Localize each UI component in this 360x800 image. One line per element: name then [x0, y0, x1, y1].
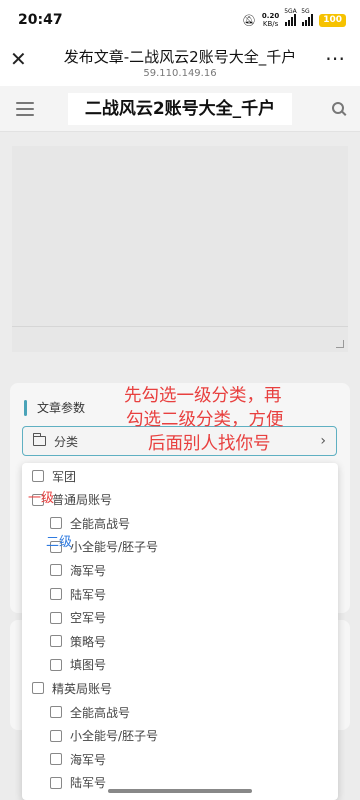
checkbox[interactable] [50, 517, 62, 530]
category-option-label: 填图号 [70, 658, 107, 673]
level2-annotation: 二级 [46, 535, 73, 550]
checkbox[interactable] [50, 753, 62, 766]
hamburger-icon[interactable] [16, 102, 34, 120]
mute-icon: 🔕︎ [241, 13, 256, 27]
category-option-label: 全能高战号 [70, 516, 131, 531]
checkbox[interactable] [50, 611, 62, 624]
search-icon[interactable] [332, 102, 344, 114]
category-option-label: 精英局账号 [52, 681, 113, 696]
category-option[interactable]: 海军号 [50, 749, 106, 769]
category-option-label: 策略号 [70, 634, 107, 649]
category-option-label: 海军号 [70, 752, 107, 767]
category-option-label: 小全能号/胚子号 [70, 540, 159, 555]
status-icons: 🔕︎ 0.20 KB/s 5GA 5G 100 [241, 8, 346, 28]
checkbox[interactable] [50, 729, 62, 742]
signal-5ga-icon: 5GA [284, 8, 297, 26]
net-speed: 0.20 KB/s [262, 12, 279, 28]
level1-annotation: 一级 [28, 491, 55, 506]
signal-5ga-tag: 5GA [284, 8, 297, 15]
category-option[interactable]: 小全能号/胚子号 [50, 726, 158, 746]
checkbox[interactable] [32, 682, 44, 695]
annotation-line: 后面别人找你号 [148, 434, 271, 454]
checkbox[interactable] [50, 658, 62, 671]
net-speed-unit: KB/s [262, 20, 279, 28]
category-option[interactable]: 海军号 [50, 560, 106, 580]
resize-handle-icon[interactable] [336, 340, 344, 348]
checkbox[interactable] [50, 706, 62, 718]
annotation-line: 勾选二级分类，方便 [126, 410, 284, 430]
checkbox[interactable] [50, 588, 62, 600]
annotation-line: 先勾选一级分类，再 [124, 386, 282, 406]
category-option-label: 空军号 [70, 611, 107, 626]
category-option-label: 全能高战号 [70, 705, 131, 720]
category-option-label: 陆军号 [70, 587, 107, 602]
category-option-label: 小全能号/胚子号 [70, 729, 159, 744]
category-option-label: 军团 [52, 469, 77, 484]
category-option-label: 陆军号 [70, 776, 107, 791]
more-icon[interactable]: ⋯ [325, 46, 346, 70]
category-dropdown: 军团 普通局账号 全能高战号 小全能号/胚子号 海军号 陆军号 空军号 策略号 填图号 精英局账号… [22, 463, 338, 800]
net-speed-value: 0.20 [261, 12, 280, 20]
site-title[interactable]: 二战风云2账号大全_千户 [68, 93, 292, 125]
category-option[interactable]: 陆军号 [50, 584, 106, 604]
battery-icon: 100 [319, 13, 346, 27]
editor-footer [12, 326, 348, 352]
category-option[interactable]: 空军号 [50, 608, 106, 628]
home-indicator[interactable] [108, 789, 252, 793]
page-title: 发布文章-二战风云2账号大全_千户 [63, 48, 297, 66]
section-accent-bar [24, 399, 27, 416]
category-option[interactable]: 策略号 [50, 631, 106, 651]
status-time: 20:47 [18, 12, 63, 28]
page-url: 59.110.149.16 [143, 68, 217, 79]
site-header: 二战风云2账号大全_千户 [0, 86, 360, 132]
instruction-annotation: 先勾选一级分类，再 勾选二级分类，方便 后面别人找你号 [124, 384, 350, 456]
signal-5g-tag: 5G [301, 8, 310, 15]
category-option[interactable]: 军团 [32, 466, 76, 486]
folder-icon [33, 433, 46, 446]
params-heading: 文章参数 [24, 399, 85, 416]
signal-5g-icon: 5G [301, 8, 314, 26]
params-title: 文章参数 [37, 401, 86, 415]
category-option[interactable]: 全能高战号 [50, 702, 130, 722]
category-option[interactable]: 精英局账号 [32, 678, 112, 698]
checkbox[interactable] [32, 470, 44, 482]
category-option-label: 普通局账号 [52, 493, 113, 508]
status-bar: 20:47 🔕︎ 0.20 KB/s 5GA 5G 100 [0, 0, 360, 40]
category-option[interactable]: 填图号 [50, 655, 106, 675]
checkbox[interactable] [50, 564, 62, 577]
category-option[interactable]: 陆军号 [50, 773, 106, 793]
browser-title-bar: ✕ 发布文章-二战风云2账号大全_千户 59.110.149.16 ⋯ [0, 40, 360, 86]
content-editor[interactable] [12, 146, 348, 326]
category-label: 分类 [54, 434, 79, 449]
checkbox[interactable] [50, 635, 62, 648]
checkbox[interactable] [50, 776, 62, 789]
category-option-label: 海军号 [70, 563, 107, 578]
